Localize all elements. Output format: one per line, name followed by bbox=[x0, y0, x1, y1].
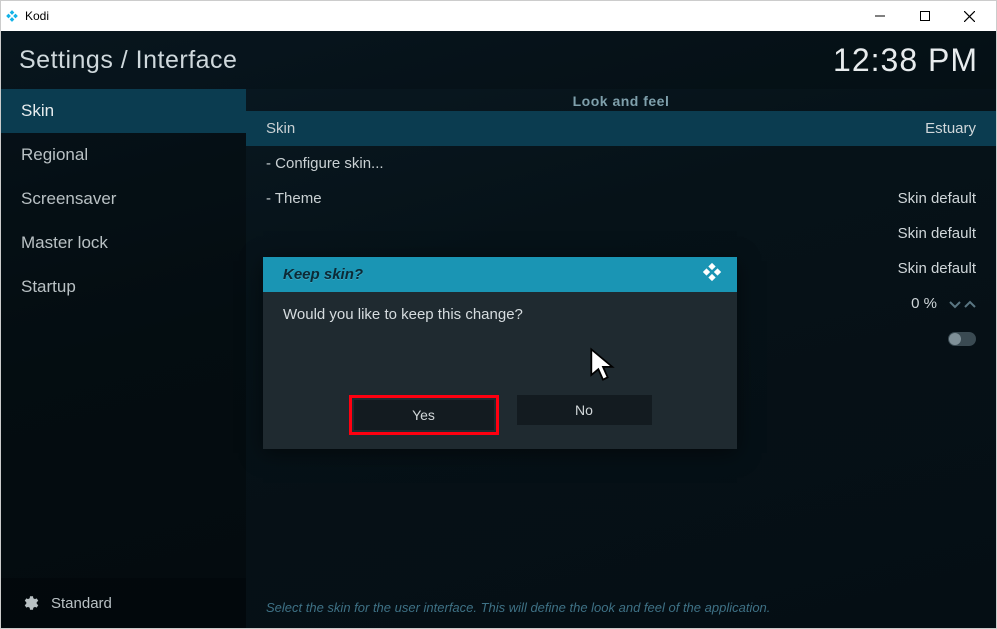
dialog-message: Would you like to keep this change? bbox=[263, 292, 737, 395]
setting-configure-skin[interactable]: - Configure skin... bbox=[246, 146, 996, 181]
settings-level[interactable]: Standard bbox=[1, 578, 246, 628]
yes-button-highlight: Yes bbox=[349, 395, 499, 435]
titlebar: Kodi bbox=[1, 1, 996, 31]
no-button[interactable]: No bbox=[517, 395, 652, 425]
setting-value: 0 % bbox=[911, 295, 937, 312]
setting-skin[interactable]: Skin Estuary bbox=[246, 111, 996, 146]
setting-label: - Configure skin... bbox=[266, 155, 384, 172]
window-frame: Kodi Settings / Interface 12:38 PM Skin bbox=[0, 0, 997, 629]
sidebar-item-label: Regional bbox=[21, 145, 88, 165]
minimize-button[interactable] bbox=[857, 2, 902, 30]
setting-theme[interactable]: - Theme Skin default bbox=[246, 181, 996, 216]
kodi-logo-icon bbox=[701, 261, 723, 288]
maximize-button[interactable] bbox=[902, 2, 947, 30]
setting-label: - Theme bbox=[266, 190, 322, 207]
section-header: Look and feel bbox=[246, 91, 996, 111]
setting-label: Skin bbox=[266, 120, 295, 137]
sidebar-item-skin[interactable]: Skin bbox=[1, 89, 246, 133]
setting-value: Skin default bbox=[898, 260, 976, 277]
sidebar-item-screensaver[interactable]: Screensaver bbox=[1, 177, 246, 221]
sidebar-item-master-lock[interactable]: Master lock bbox=[1, 221, 246, 265]
top-header: Settings / Interface 12:38 PM bbox=[1, 31, 996, 89]
zoom-stepper[interactable] bbox=[949, 299, 976, 309]
sidebar-item-label: Master lock bbox=[21, 233, 108, 253]
toggle-switch[interactable] bbox=[948, 332, 976, 346]
clock: 12:38 PM bbox=[833, 42, 978, 79]
sidebar-item-label: Skin bbox=[21, 101, 54, 121]
setting-value: Skin default bbox=[898, 190, 976, 207]
setting-value: Estuary bbox=[925, 120, 976, 137]
sidebar-item-regional[interactable]: Regional bbox=[1, 133, 246, 177]
keep-skin-dialog: Keep skin? Would you like to keep this c… bbox=[263, 257, 737, 449]
settings-sidebar: Skin Regional Screensaver Master lock St… bbox=[1, 89, 246, 628]
chevron-up-icon bbox=[964, 299, 976, 309]
chevron-down-icon bbox=[949, 299, 961, 309]
gear-icon bbox=[21, 594, 39, 612]
setting-value: Skin default bbox=[898, 225, 976, 242]
sidebar-item-startup[interactable]: Startup bbox=[1, 265, 246, 309]
kodi-app-icon bbox=[5, 9, 19, 23]
dialog-title: Keep skin? bbox=[283, 266, 363, 283]
app-body: Settings / Interface 12:38 PM Skin Regio… bbox=[1, 31, 996, 628]
yes-button[interactable]: Yes bbox=[354, 400, 494, 430]
breadcrumb: Settings / Interface bbox=[19, 46, 237, 75]
settings-level-label: Standard bbox=[51, 595, 112, 612]
dialog-header: Keep skin? bbox=[263, 257, 737, 292]
close-button[interactable] bbox=[947, 2, 992, 30]
sidebar-item-label: Screensaver bbox=[21, 189, 116, 209]
setting-colours[interactable]: - Colours Skin default bbox=[246, 216, 996, 251]
window-title: Kodi bbox=[25, 9, 49, 23]
hint-bar: Select the skin for the user interface. … bbox=[246, 586, 996, 628]
sidebar-item-label: Startup bbox=[21, 277, 76, 297]
